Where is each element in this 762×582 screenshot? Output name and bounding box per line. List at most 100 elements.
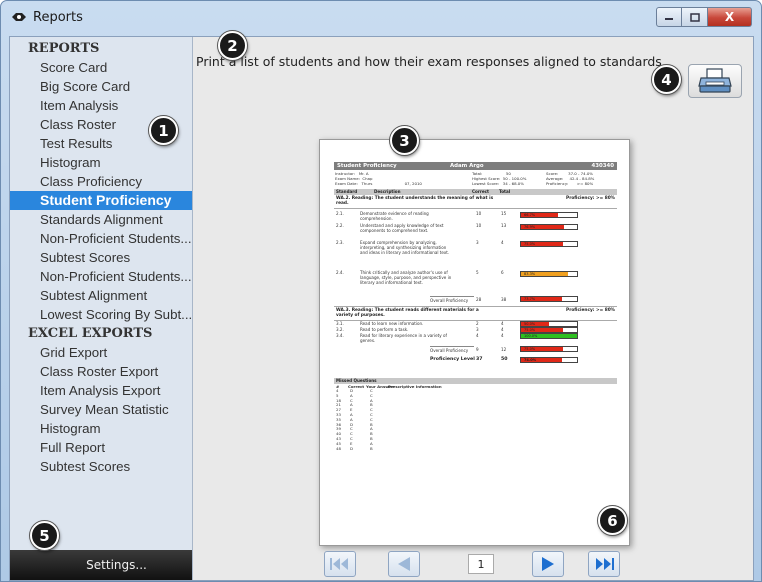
bar-label: 83.3% [524, 272, 536, 276]
proficiency-bar: 74.0% [520, 357, 578, 363]
proficiency-bar: 75.0% [520, 346, 578, 352]
pager: 1 [324, 551, 624, 579]
sidebar-item-survey-mean-statistic[interactable]: Survey Mean Statistic [10, 400, 192, 419]
report-content: Student Proficiency Adam Argo 430340 Ins… [334, 162, 617, 451]
row-total: 13 [501, 223, 507, 228]
report-title-bar: Student Proficiency Adam Argo 430340 [334, 162, 617, 170]
row-standard: 2.4. [336, 270, 344, 275]
callout-5: 5 [30, 521, 59, 550]
bar-label: 73.7% [524, 297, 536, 301]
report-preview-page: Student Proficiency Adam Argo 430340 Ins… [319, 139, 630, 546]
prev-page-button[interactable] [388, 551, 420, 577]
row-total: 4 [501, 327, 504, 332]
section-proficiency: Proficiency: >= 80% [566, 308, 615, 313]
proficiency-bar: 76.9% [520, 224, 578, 230]
sidebar-item-grid-export[interactable]: Grid Export [10, 343, 192, 362]
bar-label: 75.0% [524, 242, 536, 246]
sidebar-item-class-proficiency[interactable]: Class Proficiency [10, 172, 192, 191]
sidebar-item-subtest-scores[interactable]: Subtest Scores [10, 248, 192, 267]
report-section-heading: WA.3. Reading: The student reads differe… [334, 306, 617, 321]
proficiency-bar: 73.7% [520, 296, 578, 302]
sidebar-heading-reports: REPORTS [28, 41, 100, 56]
prev-page-icon [398, 557, 410, 571]
proficiency-bar: 83.3% [520, 271, 578, 277]
row-standard: 2.3. [336, 240, 344, 245]
sidebar-item-big-score-card[interactable]: Big Score Card [10, 77, 192, 96]
row-correct: 10 [476, 211, 482, 216]
close-button[interactable]: X [708, 7, 752, 27]
callout-3: 3 [390, 126, 419, 155]
minimize-icon [665, 18, 673, 20]
page-number-field[interactable]: 1 [468, 554, 494, 574]
proficiency-level-correct: 37 [476, 357, 483, 362]
sidebar-heading-excel-exports: EXCEL EXPORTS [28, 326, 153, 341]
overall-correct: 28 [476, 297, 482, 302]
row-standard: 2.2. [336, 223, 344, 228]
row-total: 4 [501, 333, 504, 338]
overall-correct: 9 [476, 347, 479, 352]
print-button[interactable] [688, 64, 742, 98]
row-description: Read to learn new information. [360, 321, 424, 326]
mq-number: 48 [336, 445, 341, 451]
main-panel: Print a list of students and how their e… [194, 37, 754, 580]
bar-label: 76.9% [524, 225, 536, 229]
bar-label: 100.0% [524, 334, 538, 338]
sidebar-item-non-proficient-students-2[interactable]: Non-Proficient Students... [10, 267, 192, 286]
overall-label: Overall Proficiency [430, 296, 474, 303]
sidebar-item-non-proficient-students-1[interactable]: Non-Proficient Students... [10, 229, 192, 248]
report-meta-col3: Score: 37.0 - 74.0% Average: 42.4 - 84.8… [546, 171, 595, 186]
proficiency-bar: 100.0% [520, 333, 578, 339]
sidebar-item-histogram-export[interactable]: Histogram [10, 419, 192, 438]
callout-6: 6 [598, 506, 627, 535]
proficiency-level-row: Proficiency Level 37 50 74.0% [334, 354, 617, 366]
section-title: WA.3. Reading: The student reads differe… [336, 308, 479, 318]
proficiency-level-total: 50 [501, 357, 508, 362]
row-total: 4 [501, 321, 504, 326]
content-frame: REPORTS Score Card Big Score Card Item A… [9, 36, 754, 581]
report-description: Print a list of students and how their e… [196, 54, 666, 69]
next-page-button[interactable] [532, 551, 564, 577]
row-correct: 3 [476, 327, 479, 332]
report-section-heading: WA.2. Reading: The student understands t… [334, 195, 617, 209]
row-total: 6 [501, 270, 504, 275]
row-total: 4 [501, 240, 504, 245]
title-bar[interactable]: Reports X [1, 1, 761, 35]
sidebar-item-item-analysis-export[interactable]: Item Analysis Export [10, 381, 192, 400]
bar-label: 75.0% [524, 347, 536, 351]
settings-button[interactable]: Settings... [10, 550, 192, 580]
mq-answer: B [370, 445, 373, 451]
row-description: Read for literary experience in a variet… [360, 333, 447, 343]
sidebar-item-class-roster-export[interactable]: Class Roster Export [10, 362, 192, 381]
sidebar-item-student-proficiency[interactable]: Student Proficiency [10, 191, 192, 210]
skip-last-icon [596, 558, 614, 570]
report-row: 2.3. Expand comprehension by analyzing, … [334, 238, 617, 268]
sidebar-item-subtest-scores-export[interactable]: Subtest Scores [10, 457, 192, 476]
row-correct: 2 [476, 321, 479, 326]
overall-total: 12 [501, 347, 507, 352]
section-title: WA.2. Reading: The student understands t… [336, 196, 494, 206]
report-student-id: 430340 [591, 163, 614, 169]
last-page-button[interactable] [588, 551, 620, 577]
sidebar-item-standards-alignment[interactable]: Standards Alignment [10, 210, 192, 229]
report-meta: Instructor: Mr. A Exam Name: Chap Exam D… [334, 170, 617, 187]
report-row: 2.4. Think critically and analyze author… [334, 268, 617, 294]
first-page-button[interactable] [324, 551, 356, 577]
overall-total: 38 [501, 297, 507, 302]
skip-first-icon [330, 558, 348, 570]
minimize-button[interactable] [656, 7, 682, 27]
proficiency-bar: 75.0% [520, 241, 578, 247]
sidebar-item-lowest-scoring[interactable]: Lowest Scoring By Subt... [10, 305, 192, 324]
row-correct: 3 [476, 240, 479, 245]
sidebar-item-histogram[interactable]: Histogram [10, 153, 192, 172]
report-meta-col1: Instructor: Mr. A Exam Name: Chap Exam D… [335, 171, 422, 186]
row-correct: 5 [476, 270, 479, 275]
sidebar-item-score-card[interactable]: Score Card [10, 58, 192, 77]
next-page-icon [542, 557, 554, 571]
sidebar-item-subtest-alignment[interactable]: Subtest Alignment [10, 286, 192, 305]
row-standard: 3.2. [336, 327, 344, 332]
sidebar-item-item-analysis[interactable]: Item Analysis [10, 96, 192, 115]
maximize-button[interactable] [682, 7, 708, 27]
overall-label: Overall Proficiency [430, 346, 474, 353]
sidebar-item-full-report[interactable]: Full Report [10, 438, 192, 457]
row-description: Expand comprehension by analyzing, inter… [360, 240, 450, 255]
